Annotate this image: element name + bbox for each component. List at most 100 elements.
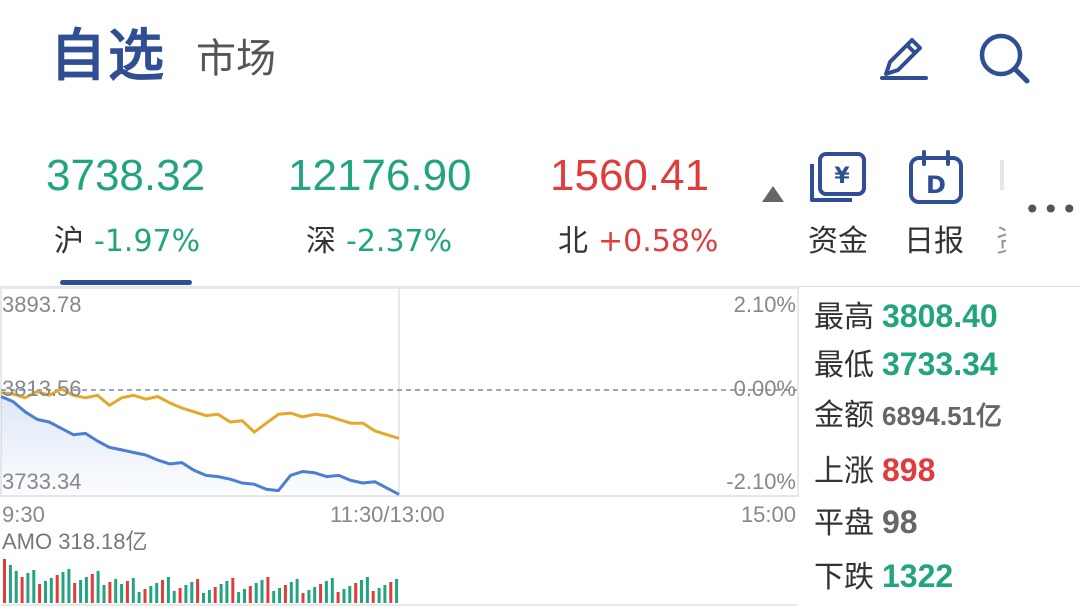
volume-bar xyxy=(8,565,12,603)
volume-bar xyxy=(96,571,100,603)
volume-bar xyxy=(196,579,200,603)
volume-bar xyxy=(32,570,36,603)
volume-bar xyxy=(55,575,59,603)
volume-bar xyxy=(3,559,6,603)
stat-advance-value: 898 xyxy=(882,452,936,488)
index-sh-change: -1.97% xyxy=(94,224,201,259)
volume-bar xyxy=(225,581,229,603)
price-low-label: 3733.34 xyxy=(2,469,82,494)
active-tab-indicator xyxy=(60,280,192,285)
volume-bar xyxy=(360,580,363,603)
index-sz-change: -2.37% xyxy=(346,224,453,259)
volume-bar xyxy=(108,582,112,603)
volume-bar xyxy=(348,586,352,603)
stat-advance: 上涨 898 xyxy=(814,450,935,496)
stat-amount-label: 金额 xyxy=(814,398,874,433)
index-bj-change: +0.58% xyxy=(598,224,719,259)
tool-funds-label[interactable]: 资金 xyxy=(808,222,868,262)
volume-bar xyxy=(184,585,188,603)
volume-bar xyxy=(395,579,399,603)
volume-bar xyxy=(254,583,258,603)
volume-bar xyxy=(213,587,217,603)
volume-bar xyxy=(342,589,346,603)
expand-caret-icon[interactable] xyxy=(762,186,784,202)
more-dots-icon[interactable]: ••• xyxy=(1024,196,1080,224)
volume-bar xyxy=(307,590,311,603)
volume-bar xyxy=(324,581,328,603)
stat-low: 最低 3733.34 xyxy=(814,344,998,390)
tool-partial-icon xyxy=(1000,160,1004,190)
volume-bar xyxy=(260,580,264,603)
volume-bar xyxy=(172,591,176,603)
volume-bar xyxy=(38,584,42,603)
tool-partial-label[interactable]: 资 xyxy=(996,222,1006,262)
volume-bar xyxy=(190,582,194,603)
stat-high: 最高 3808.40 xyxy=(814,296,998,342)
stat-high-value: 3808.40 xyxy=(882,298,998,334)
volume-bar xyxy=(301,593,305,603)
volume-label: AMO 318.18亿 xyxy=(2,529,148,554)
volume-bar xyxy=(44,581,47,603)
tab-market[interactable]: 市场 xyxy=(196,34,276,84)
volume-bar xyxy=(365,577,369,603)
volume-bar xyxy=(79,580,83,603)
time-mid-label: 11:30/13:00 xyxy=(330,502,445,527)
volume-bar xyxy=(90,574,94,603)
top-bar: 自选 市场 xyxy=(0,0,1080,120)
volume-bar xyxy=(67,569,71,603)
volume-bar xyxy=(295,579,299,603)
volume-bar xyxy=(125,581,129,603)
volume-bar xyxy=(248,586,252,603)
svg-text:¥: ¥ xyxy=(834,164,850,189)
index-sz[interactable]: 12176.90 xyxy=(288,150,472,202)
volume-bar xyxy=(243,589,246,603)
pct-high-label: 2.10% xyxy=(733,292,796,317)
volume-bar xyxy=(278,588,282,603)
volume-bar xyxy=(114,579,118,603)
time-start-label: 9:30 xyxy=(2,502,45,527)
volume-bar xyxy=(289,582,293,603)
tool-daily-label[interactable]: 日报 xyxy=(904,222,964,262)
index-bj-name: 北 xyxy=(558,224,588,259)
volume-bar xyxy=(207,590,211,603)
index-sh-value: 3738.32 xyxy=(46,151,206,200)
volume-bar xyxy=(354,583,358,603)
index-sh[interactable]: 3738.32 xyxy=(46,150,205,202)
stat-high-label: 最高 xyxy=(814,300,874,335)
volume-bar xyxy=(120,584,124,603)
tool-partial-clip: 资 xyxy=(996,222,1006,262)
volume-bar xyxy=(371,591,375,603)
stat-unchanged-value: 98 xyxy=(882,504,918,540)
volume-bar xyxy=(143,589,147,603)
index-sz-name: 深 xyxy=(306,224,336,259)
intraday-chart[interactable]: 3893.78 3813.56 3733.34 2.10% 0.00% -2.1… xyxy=(0,287,800,616)
yen-card-icon[interactable]: ¥ xyxy=(806,150,886,210)
volume-bar xyxy=(155,583,159,603)
volume-bar xyxy=(330,578,334,603)
volume-bar xyxy=(61,572,65,603)
volume-bar xyxy=(84,577,88,603)
stat-unchanged-label: 平盘 xyxy=(814,506,874,541)
pencil-icon[interactable] xyxy=(874,28,934,88)
svg-text:D: D xyxy=(926,171,946,199)
volume-bar xyxy=(266,577,270,603)
stat-decline-value: 1322 xyxy=(882,558,954,594)
index-bj-label: 北 +0.58% xyxy=(558,222,718,262)
volume-bar xyxy=(272,591,276,603)
volume-bar xyxy=(283,585,287,603)
volume-bar xyxy=(73,583,77,603)
pct-mid-label: 0.00% xyxy=(733,376,796,401)
stat-low-value: 3733.34 xyxy=(882,346,998,382)
calendar-d-icon[interactable]: D xyxy=(906,150,986,210)
volume-bar xyxy=(137,592,141,603)
tab-watchlist[interactable]: 自选 xyxy=(50,22,166,92)
volume-bar xyxy=(161,580,164,603)
volume-bar xyxy=(49,578,53,603)
search-icon[interactable] xyxy=(974,28,1034,88)
index-bj[interactable]: 1560.41 xyxy=(550,150,709,202)
volume-bar xyxy=(178,588,182,603)
pct-low-label: -2.10% xyxy=(726,469,796,494)
volume-bar xyxy=(377,588,381,603)
index-bj-value: 1560.41 xyxy=(550,151,710,200)
time-end-label: 15:00 xyxy=(740,502,796,527)
